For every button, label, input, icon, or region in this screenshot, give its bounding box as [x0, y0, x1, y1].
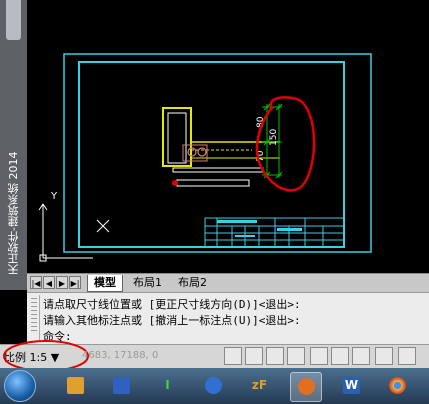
taskbar-chrome-button[interactable]	[382, 372, 412, 400]
windows-taskbar: I zF W	[0, 368, 429, 404]
status-bar: 比例 1:5 ▼ 4683, 17188, 0	[0, 340, 429, 372]
snap-icon[interactable]	[224, 347, 242, 365]
title-block	[204, 217, 345, 248]
taskbar-word-button[interactable]: W	[336, 372, 366, 400]
globe-icon	[205, 377, 222, 394]
taskbar-folder-button[interactable]	[60, 372, 90, 400]
polar-icon[interactable]	[287, 347, 305, 365]
app-title: 天正软件-建筑系统 2014	[7, 151, 20, 275]
tab-first-button[interactable]: |◀	[30, 276, 42, 289]
tab-layout1[interactable]: 布局1	[127, 275, 168, 291]
word-icon: W	[343, 377, 360, 394]
coordinate-readout: 4683, 17188, 0	[82, 350, 159, 361]
layout-tab-bar: |◀ ◀ ▶ ▶| 模型 布局1 布局2	[27, 273, 429, 292]
taskbar-text-button[interactable]: I	[152, 372, 182, 400]
grid-icon[interactable]	[245, 347, 263, 365]
command-panel-grip[interactable]	[29, 295, 40, 341]
tab-model[interactable]: 模型	[87, 275, 123, 292]
red-point-marker	[172, 180, 178, 186]
ducs-icon[interactable]	[352, 347, 370, 365]
tab-layout2[interactable]: 布局2	[172, 275, 213, 291]
taskbar-firefox-button[interactable]	[290, 372, 322, 402]
taskbar-cad-button[interactable]	[106, 372, 136, 400]
tangent-icon: zF	[251, 378, 268, 392]
dyn-icon[interactable]	[375, 347, 393, 365]
lineweight-icon[interactable]	[398, 347, 416, 365]
osnap-icon[interactable]	[310, 347, 328, 365]
drawing-canvas[interactable]: 80 70 150 Y	[27, 0, 429, 273]
sheet-inner-frame	[78, 61, 345, 248]
command-history-line-1: 请点取尺寸线位置或 [更正尺寸线方向(D)]<退出>:	[43, 298, 301, 311]
drawing-svg: 80 70 150 Y	[38, 53, 372, 262]
text-editor-icon: I	[165, 378, 170, 392]
ucs-y-label: Y	[50, 191, 58, 202]
taskbar-globe-button[interactable]	[198, 372, 228, 400]
ortho-icon[interactable]	[266, 347, 284, 365]
chrome-icon	[389, 377, 406, 394]
tab-next-button[interactable]: ▶	[56, 276, 68, 289]
app-side-titlebar: 天正软件-建筑系统 2014	[0, 0, 27, 290]
ucs-icon: Y	[38, 191, 110, 262]
cad-icon	[113, 377, 130, 394]
tab-last-button[interactable]: ▶|	[69, 276, 81, 289]
taskbar-tangent-button[interactable]: zF	[244, 372, 274, 400]
dim-text-150: 150	[269, 129, 279, 146]
start-button[interactable]	[4, 370, 36, 402]
command-history-line-2: 请输入其他标注点或 [撤消上一标注点(U)]<退出>:	[43, 314, 301, 327]
firefox-icon	[298, 378, 315, 395]
otrack-icon[interactable]	[331, 347, 349, 365]
folder-icon	[67, 377, 84, 394]
tab-prev-button[interactable]: ◀	[43, 276, 55, 289]
titlebar-cap[interactable]	[6, 0, 21, 40]
